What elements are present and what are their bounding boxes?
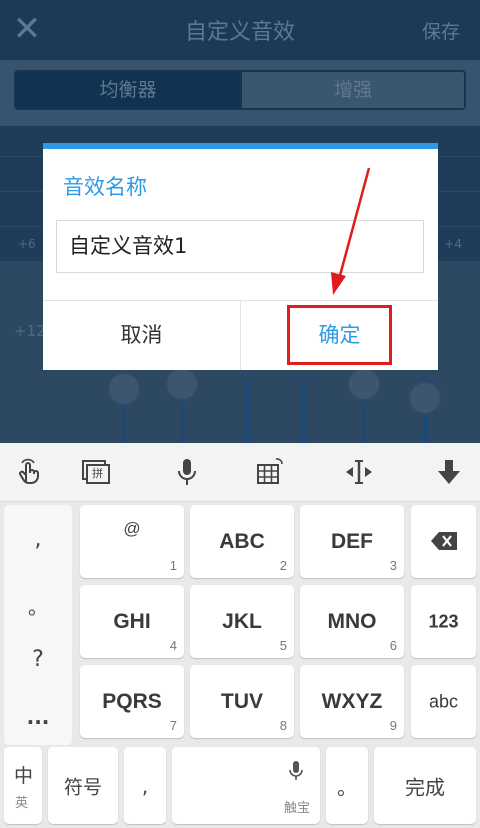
key-label: GHI — [113, 609, 151, 633]
key-3[interactable]: DEF 3 — [300, 505, 404, 578]
key-9[interactable]: WXYZ 9 — [300, 665, 404, 738]
key-8[interactable]: TUV 8 — [190, 665, 294, 738]
key-label: @ — [123, 519, 141, 538]
key-number: 9 — [389, 718, 397, 733]
pinyin-label: 拼 — [92, 467, 103, 480]
comma-key[interactable]: , — [124, 747, 166, 824]
key-4[interactable]: GHI 4 — [80, 585, 184, 658]
punctuation-key[interactable]: , — [4, 527, 72, 552]
key-number: 2 — [279, 558, 287, 573]
key-label: 符号 — [63, 776, 102, 798]
key-label: TUV — [221, 689, 263, 713]
key-number: 7 — [169, 718, 177, 733]
key-label: PQRS — [102, 689, 162, 713]
backspace-icon — [431, 532, 457, 550]
keyboard-grid-icon[interactable] — [252, 455, 286, 489]
punctuation-key[interactable]: 。 — [4, 591, 72, 620]
key-label: 123 — [428, 611, 459, 631]
key-label: MNO — [327, 609, 377, 633]
key-label: , — [141, 773, 149, 798]
done-key[interactable]: 完成 — [374, 747, 476, 824]
key-number: 8 — [279, 718, 287, 733]
lang-sub-label: 英 — [15, 796, 29, 811]
key-label: DEF — [331, 529, 373, 553]
pinyin-input-icon[interactable]: 拼 — [79, 455, 113, 489]
key-number: 5 — [279, 638, 287, 653]
punctuation-column: , 。 ? ... — [4, 505, 72, 745]
key-label: ABC — [219, 529, 265, 553]
backspace-key[interactable] — [411, 505, 476, 578]
key-label: 。 — [337, 775, 357, 799]
space-key[interactable]: 触宝 — [172, 747, 320, 824]
hide-keyboard-icon[interactable] — [432, 455, 466, 489]
lang-main-label: 中 — [14, 765, 34, 787]
cursor-move-icon[interactable] — [342, 455, 376, 489]
number-mode-key[interactable]: 123 — [411, 585, 476, 658]
key-number: 4 — [169, 638, 177, 653]
key-label: abc — [428, 691, 459, 711]
key-5[interactable]: JKL 5 — [190, 585, 294, 658]
soft-keyboard: 拼 , 。 ? ... @ 1 ABC 2 DEF 3 GHI 4 JKL 5 … — [0, 443, 480, 828]
key-number: 1 — [169, 558, 177, 573]
key-7[interactable]: PQRS 7 — [80, 665, 184, 738]
key-1[interactable]: @ 1 — [80, 505, 184, 578]
keyboard-toolbar: 拼 — [0, 443, 480, 502]
key-number: 3 — [389, 558, 397, 573]
abc-mode-key[interactable]: abc — [411, 665, 476, 738]
microphone-icon — [289, 761, 303, 780]
key-label: 完成 — [405, 775, 445, 799]
punctuation-key[interactable]: ? — [4, 647, 72, 672]
key-label: WXYZ — [321, 689, 383, 713]
key-2[interactable]: ABC 2 — [190, 505, 294, 578]
key-6[interactable]: MNO 6 — [300, 585, 404, 658]
punctuation-key[interactable]: ... — [4, 705, 72, 729]
key-number: 6 — [389, 638, 397, 653]
brand-label: 触宝 — [283, 801, 310, 816]
symbols-key[interactable]: 符号 — [48, 747, 118, 824]
language-switch-key[interactable]: 中 英 — [4, 747, 42, 824]
microphone-icon[interactable] — [170, 455, 204, 489]
key-label: JKL — [222, 609, 262, 633]
period-key[interactable]: 。 — [326, 747, 368, 824]
hand-gesture-icon[interactable] — [13, 455, 47, 489]
